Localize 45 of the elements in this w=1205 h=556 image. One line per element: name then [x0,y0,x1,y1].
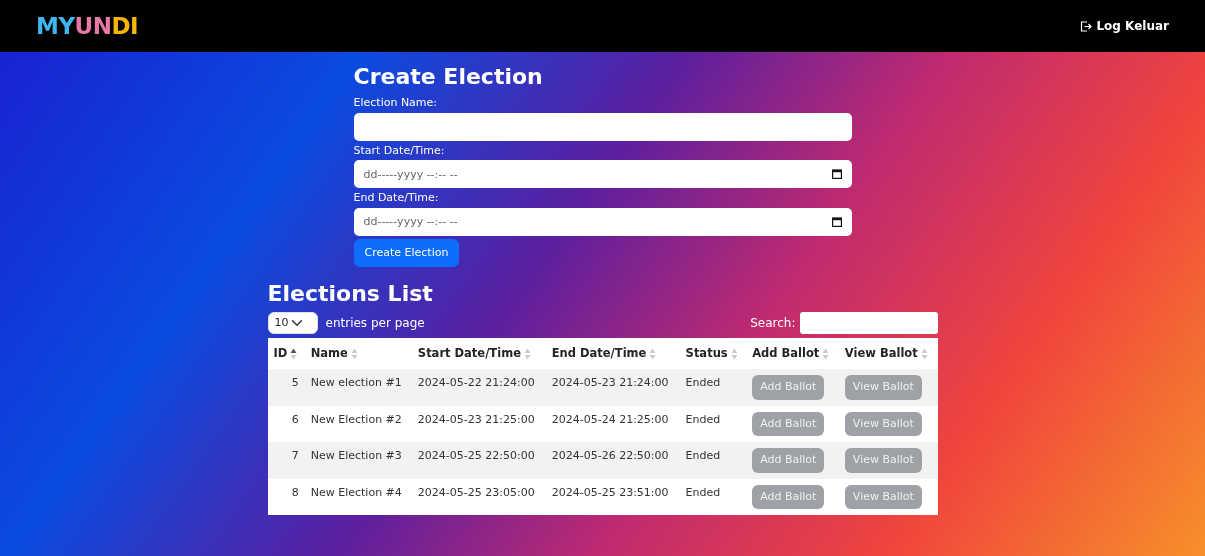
column-header[interactable]: End Date/Time [545,338,680,370]
column-header[interactable]: Start Date/Time [411,338,546,370]
table-cell: Ended [679,405,747,443]
field-label: End Date/Time: [353,190,440,206]
table-cell: 2024-05-24 21:25:00 [545,405,680,443]
create-election-button[interactable]: Create Election [353,238,460,267]
page-size-select[interactable]: 10 [267,312,318,334]
search-label: Search: [750,315,796,332]
search-field[interactable] [799,312,938,334]
table-cell: 2024-05-23 21:25:00 [411,405,546,443]
logout-icon [1080,20,1093,32]
table-cell: 2024-05-25 22:50:00 [411,442,546,479]
table-cell: 5 [267,369,305,406]
table-cell: Ended [679,442,747,479]
datetime-field[interactable]: dd-----yyyy --:-- -- [353,207,852,236]
table-cell: New Election #2 [304,405,412,443]
calendar-icon[interactable] [831,216,842,227]
table-cell: 2024-05-23 21:24:00 [545,369,680,406]
table-cell: Ended [679,369,747,406]
column-header[interactable]: Add Ballot [746,338,839,370]
calendar-icon[interactable] [831,169,842,179]
table-cell: New Election #4 [304,478,412,516]
table-cell: 2024-05-22 21:24:00 [411,369,546,406]
table-cell: New Election #3 [304,442,412,479]
logout-link[interactable]: Log Keluar [1080,17,1169,35]
table-cell: 2024-05-25 23:05:00 [411,478,546,516]
column-header[interactable]: ID [267,338,305,370]
column-header[interactable]: Name [304,338,412,370]
input-field[interactable] [353,112,852,141]
page-size-label: entries per page [325,315,425,332]
table-cell: 6 [267,405,305,443]
field-label: Election Name: [353,95,439,111]
column-header[interactable]: View Ballot [838,338,938,370]
brand-logo[interactable]: MYUNDI [36,8,139,44]
table-cell: 2024-05-26 22:50:00 [545,442,680,479]
table-cell: Ended [679,478,747,516]
table-cell: New election #1 [304,369,412,406]
form-title: Create Election [353,63,544,91]
table-cell: 7 [267,442,305,479]
column-header[interactable]: Status [679,338,747,370]
table-cell: 2024-05-25 23:51:00 [545,478,680,516]
list-title: Elections List [267,280,434,308]
table-cell: 8 [267,478,305,516]
datetime-field[interactable]: dd-----yyyy --:-- -- [353,160,852,188]
field-label: Start Date/Time: [353,142,446,159]
